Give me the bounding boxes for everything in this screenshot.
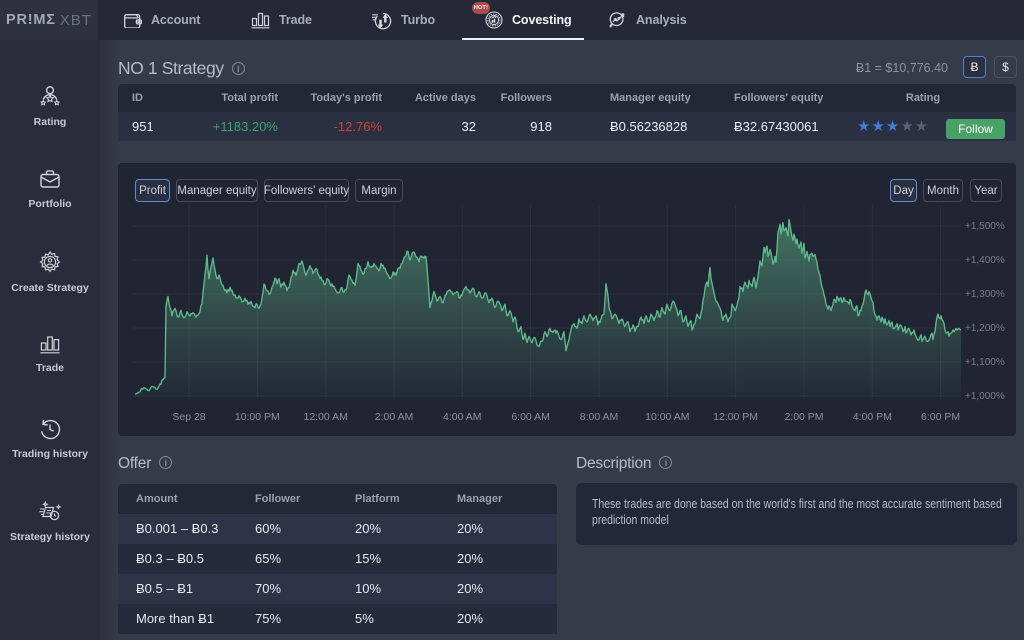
svg-text:10:00 AM: 10:00 AM [645, 411, 689, 423]
svg-text:4:00 AM: 4:00 AM [443, 411, 482, 423]
svg-text:4:00 PM: 4:00 PM [853, 411, 892, 423]
svg-text:+1,300%: +1,300% [965, 289, 1005, 300]
svg-text:+1,100%: +1,100% [965, 357, 1005, 368]
svg-text:2:00 PM: 2:00 PM [784, 411, 823, 423]
svg-text:12:00 AM: 12:00 AM [304, 411, 348, 423]
svg-text:+1,200%: +1,200% [965, 323, 1005, 334]
svg-text:10:00 PM: 10:00 PM [235, 411, 280, 423]
svg-text:2:00 AM: 2:00 AM [375, 411, 414, 423]
svg-text:+1,400%: +1,400% [965, 255, 1005, 266]
svg-text:6:00 PM: 6:00 PM [921, 411, 960, 423]
svg-text:12:00 PM: 12:00 PM [713, 411, 758, 423]
svg-text:+1,500%: +1,500% [965, 221, 1005, 232]
svg-text:8:00 AM: 8:00 AM [580, 411, 619, 423]
svg-text:Sep 28: Sep 28 [172, 411, 205, 423]
svg-text:6:00 AM: 6:00 AM [511, 411, 550, 423]
svg-text:+1,000%: +1,000% [965, 391, 1005, 402]
